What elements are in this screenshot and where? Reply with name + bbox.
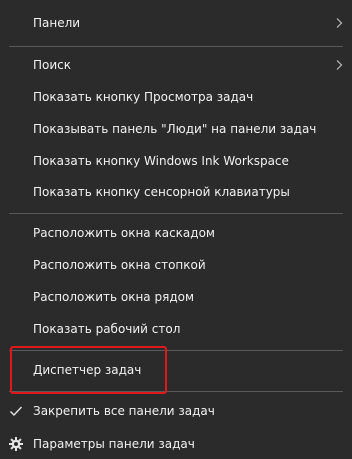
checkmark-icon [8,403,24,419]
menu-item-show-desktop[interactable]: Показать рабочий стол [0,315,352,343]
menu-item-label: Показывать панель "Люди" на панели задач [33,122,317,136]
chevron-right-icon [334,60,344,70]
menu-item-label: Параметры панели задач [33,437,195,451]
menu-separator [9,213,343,214]
menu-item-show-people-button[interactable]: Показывать панель "Люди" на панели задач [0,115,352,143]
menu-item-panels[interactable]: Панели [0,9,352,37]
menu-item-label: Расположить окна стопкой [33,258,206,272]
menu-item-cascade-windows[interactable]: Расположить окна каскадом [0,219,352,247]
menu-item-side-by-side-windows[interactable]: Расположить окна рядом [0,283,352,311]
menu-item-show-task-view-button[interactable]: Показать кнопку Просмотра задач [0,83,352,111]
menu-item-show-ink-workspace-button[interactable]: Показать кнопку Windows Ink Workspace [0,147,352,175]
menu-item-label: Поиск [33,58,72,72]
gear-icon [8,436,24,452]
menu-item-label: Расположить окна рядом [33,290,195,304]
menu-separator [9,46,343,47]
menu-item-label: Показать кнопку Просмотра задач [33,90,254,104]
menu-item-label: Показать рабочий стол [33,322,181,336]
task-manager-highlight-frame [10,346,167,394]
menu-item-label: Показать кнопку сенсорной клавиатуры [33,185,290,199]
menu-item-taskbar-settings[interactable]: Параметры панели задач [0,430,352,458]
taskbar-context-menu: Панели Поиск Показать кнопку Просмотра з… [0,0,352,459]
menu-item-label: Панели [33,16,81,30]
menu-item-label: Показать кнопку Windows Ink Workspace [33,154,289,168]
menu-item-search[interactable]: Поиск [0,51,352,79]
menu-item-lock-taskbars[interactable]: Закрепить все панели задач [0,397,352,425]
menu-item-label: Закрепить все панели задач [33,404,215,418]
menu-item-label: Расположить окна каскадом [33,226,215,240]
menu-item-stack-windows[interactable]: Расположить окна стопкой [0,251,352,279]
chevron-right-icon [334,18,344,28]
menu-item-show-touch-keyboard-button[interactable]: Показать кнопку сенсорной клавиатуры [0,178,352,206]
